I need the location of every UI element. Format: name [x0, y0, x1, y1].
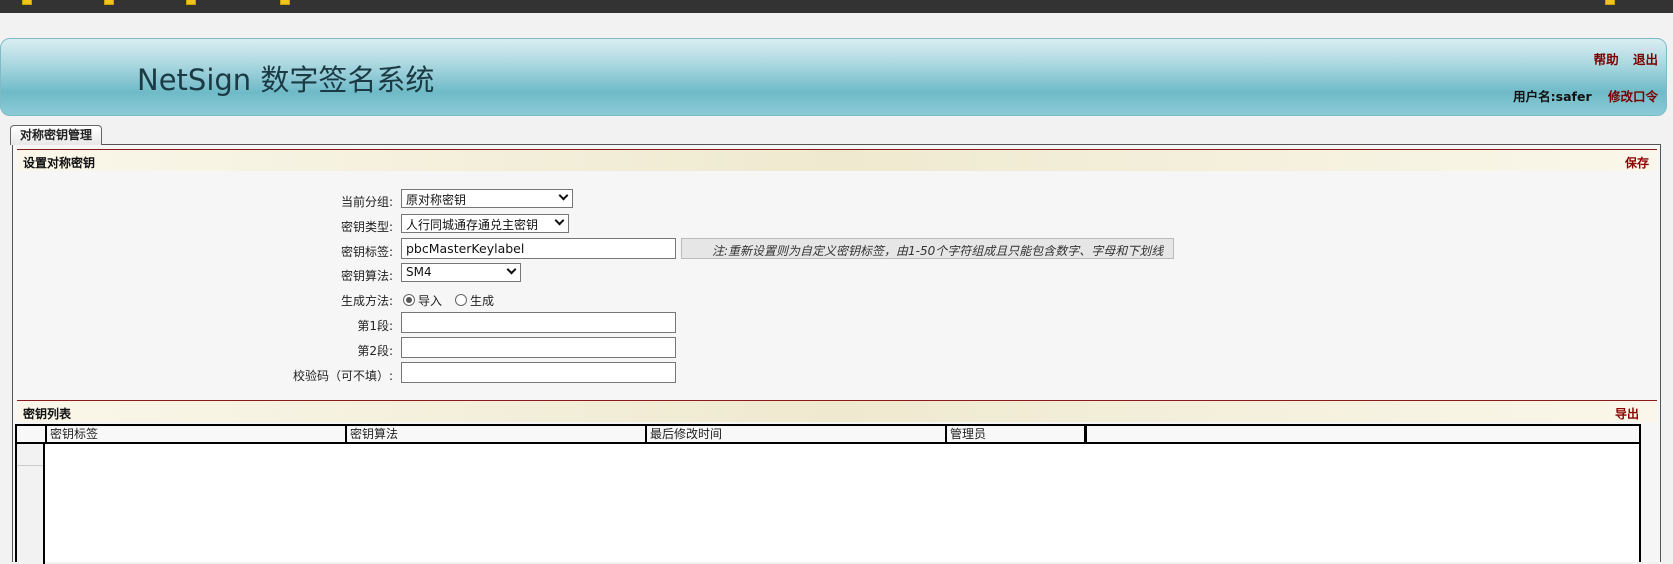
group-select-value: 原对称密钥: [406, 193, 467, 207]
column-header-algorithm[interactable]: 密钥算法: [345, 426, 645, 442]
export-button[interactable]: 导出: [1615, 405, 1639, 422]
segment2-label: 第2段:: [357, 344, 393, 358]
app-banner: NetSign 数字签名系统 帮助 退出 用户名:safer 修改口令: [0, 38, 1667, 116]
column-header-last-modified[interactable]: 最后修改时间: [645, 426, 945, 442]
algorithm-select[interactable]: SM4: [401, 263, 521, 282]
help-link[interactable]: 帮助: [1594, 52, 1619, 67]
app-title: NetSign 数字签名系统: [137, 63, 435, 97]
method-import-radio[interactable]: [403, 294, 415, 306]
settings-section-title: 设置对称密钥: [23, 156, 96, 170]
table-header: 密钥标签 密钥算法 最后修改时间 管理员: [17, 426, 1639, 444]
algorithm-label: 密钥算法:: [340, 269, 393, 283]
segment2-input[interactable]: [401, 337, 676, 358]
method-generate-label[interactable]: 生成: [470, 292, 494, 309]
tag-note: 注:重新设置则为自定义密钥标签，由1-50个字符组成且只能包含数字、字母和下划线: [681, 238, 1174, 259]
group-label: 当前分组:: [340, 195, 393, 209]
segment1-label: 第1段:: [357, 319, 393, 333]
row-gutter: [17, 444, 45, 564]
checksum-input[interactable]: [401, 362, 676, 383]
tab-symmetric-key-management[interactable]: 对称密钥管理: [10, 125, 102, 145]
column-header-admin[interactable]: 管理员: [945, 426, 1084, 442]
tag-input[interactable]: pbcMasterKeylabel: [401, 238, 676, 259]
logout-link[interactable]: 退出: [1633, 52, 1658, 67]
top-links: 帮助 退出: [1584, 49, 1658, 68]
group-select[interactable]: 原对称密钥: [401, 189, 573, 208]
top-toolbar: [0, 0, 1673, 13]
folder-icon[interactable]: [186, 0, 196, 5]
keylist-section-header: 密钥列表 导出: [17, 400, 1657, 422]
folder-icon[interactable]: [22, 0, 32, 5]
method-label: 生成方法:: [340, 294, 393, 308]
folder-icon[interactable]: [280, 0, 290, 5]
folder-icon[interactable]: [1605, 0, 1615, 5]
chevron-down-icon: [558, 190, 569, 201]
tag-label: 密钥标签:: [340, 245, 393, 259]
user-info: 用户名:safer 修改口令: [1513, 86, 1658, 105]
algorithm-select-value: SM4: [406, 265, 432, 279]
method-generate-radio[interactable]: [455, 294, 467, 306]
chevron-down-icon: [506, 264, 517, 275]
type-select[interactable]: 人行同城通存通兑主密钥: [401, 214, 569, 233]
chevron-down-icon: [554, 215, 565, 226]
gutter-cell: [17, 444, 43, 466]
change-password-link[interactable]: 修改口令: [1608, 89, 1658, 104]
column-header-empty: [1084, 426, 1639, 442]
folder-icon[interactable]: [104, 0, 114, 5]
key-list-table: 密钥标签 密钥算法 最后修改时间 管理员: [15, 424, 1641, 564]
checksum-label: 校验码（可不填）:: [292, 369, 393, 383]
method-import-label[interactable]: 导入: [418, 292, 442, 309]
column-header-key-label[interactable]: 密钥标签: [45, 426, 345, 442]
type-select-value: 人行同城通存通兑主密钥: [406, 218, 539, 232]
segment1-input[interactable]: [401, 312, 676, 333]
username-label: 用户名:safer: [1513, 89, 1592, 104]
keylist-section-title: 密钥列表: [23, 407, 72, 421]
type-label: 密钥类型:: [340, 220, 393, 234]
settings-section-header: 设置对称密钥 保存: [17, 149, 1657, 171]
save-button[interactable]: 保存: [1625, 154, 1649, 171]
